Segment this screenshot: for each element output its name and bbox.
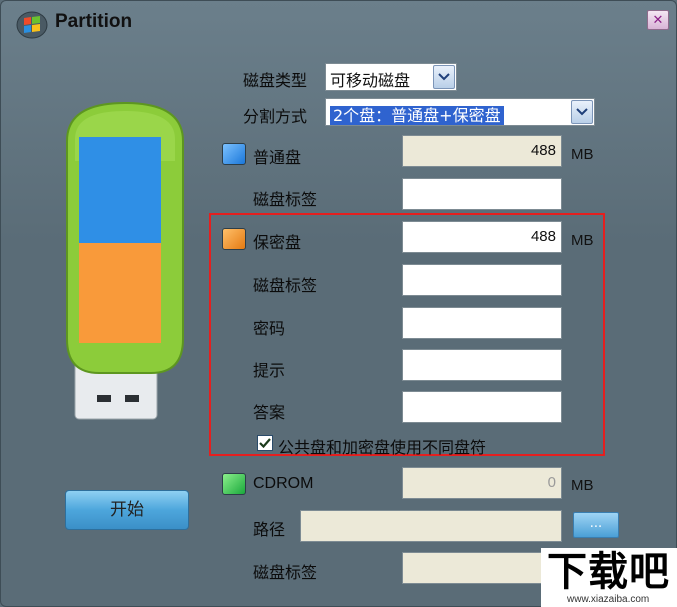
secret-disk-tag-label: 磁盘标签 [253,276,318,295]
watermark-logo: 下载吧 www.xiazaiba.com [541,548,677,607]
partition-mode-label: 分割方式 [243,107,308,126]
normal-disk-label: 普通盘 [253,148,302,167]
password-field[interactable] [402,307,562,339]
cdrom-path-label: 路径 [253,520,286,539]
disk-type-select[interactable]: 可移动磁盘 [325,63,457,91]
disk-type-value: 可移动磁盘 [330,71,411,90]
browse-button[interactable]: ... [573,512,619,538]
cdrom-size-field[interactable]: 0 [402,467,562,499]
cdrom-path-field[interactable] [300,510,562,542]
secret-disk-label: 保密盘 [253,233,302,252]
normal-disk-tag-field[interactable] [402,178,562,210]
answer-label: 答案 [253,403,286,422]
normal-disk-size-field[interactable]: 488 [402,135,562,167]
partition-mode-dropdown-button[interactable] [571,100,593,124]
normal-disk-tag-label: 磁盘标签 [253,190,318,209]
title-bar: Partition ✕ [1,1,676,45]
watermark-text: 下载吧 [547,549,670,595]
watermark-url: www.xiazaiba.com [567,594,650,605]
hint-field[interactable] [402,349,562,381]
different-letter-label[interactable]: 公共盘和加密盘使用不同盘符 [278,434,486,458]
secret-disk-size-field[interactable]: 488 [402,221,562,253]
cdrom-color-swatch [222,473,246,495]
cdrom-label: CDROM [253,475,314,492]
chevron-down-icon [576,108,588,116]
disk-type-dropdown-button[interactable] [433,65,455,89]
usb-drive-illustration [66,101,184,420]
password-label: 密码 [253,319,286,338]
app-logo-icon [16,11,48,39]
partition-mode-value: 2个盘：普通盘+保密盘 [330,106,504,125]
disk-type-label: 磁盘类型 [243,71,308,90]
cdrom-unit: MB [571,477,594,494]
start-button[interactable]: 开始 [65,490,189,530]
normal-disk-unit: MB [571,146,594,163]
secret-disk-color-swatch [222,228,246,250]
cdrom-tag-field[interactable] [402,552,562,584]
close-button[interactable]: ✕ [647,10,669,30]
different-letter-checkbox[interactable] [257,435,273,451]
window-title: Partition [55,11,133,32]
secret-disk-unit: MB [571,232,594,249]
normal-disk-color-swatch [222,143,246,165]
close-icon: ✕ [652,12,664,28]
partition-window: Partition ✕ 磁盘类型 可移动磁盘 分割方式 2个盘：普通盘+保密盘 … [0,0,677,607]
hint-label: 提示 [253,361,286,380]
cdrom-tag-label: 磁盘标签 [253,563,318,582]
chevron-down-icon [438,73,450,81]
checkmark-icon [259,438,271,448]
answer-field[interactable] [402,391,562,423]
partition-mode-select[interactable]: 2个盘：普通盘+保密盘 [325,98,595,126]
secret-disk-tag-field[interactable] [402,264,562,296]
